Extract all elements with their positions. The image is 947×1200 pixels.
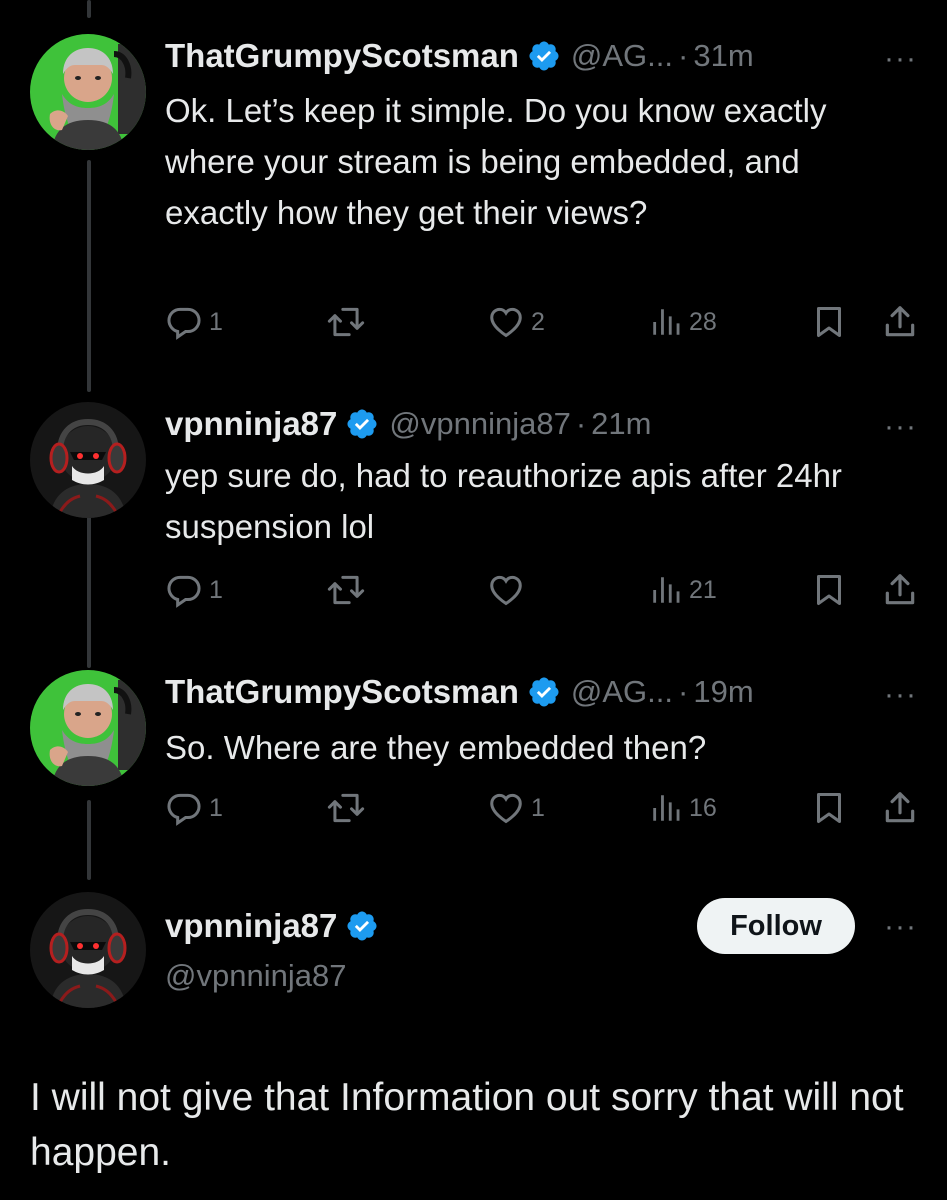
- reply-count: 1: [209, 793, 223, 822]
- reply-count: 1: [209, 307, 223, 336]
- avatar-image: [30, 34, 146, 150]
- more-icon[interactable]: ···: [884, 42, 917, 76]
- retweet-button[interactable]: [327, 788, 365, 828]
- user-handle[interactable]: @AG...: [571, 38, 673, 74]
- like-count: 2: [531, 307, 545, 336]
- retweet-icon: [327, 789, 365, 827]
- retweet-icon: [327, 571, 365, 609]
- avatar-image: [30, 892, 146, 1008]
- verified-badge-icon: [527, 39, 561, 73]
- bookmark-icon: [811, 790, 847, 826]
- avatar-image: [30, 402, 146, 518]
- user-handle[interactable]: @vpnninja87: [165, 958, 346, 994]
- share-icon: [881, 303, 919, 341]
- more-icon[interactable]: ···: [884, 410, 917, 444]
- tweet-text: Ok. Let’s keep it simple. Do you know ex…: [165, 92, 827, 231]
- timestamp[interactable]: 31m: [693, 38, 753, 74]
- follow-button[interactable]: Follow: [697, 898, 855, 954]
- views-icon: [649, 305, 683, 339]
- like-icon: [487, 303, 525, 341]
- display-name[interactable]: ThatGrumpyScotsman: [165, 673, 519, 711]
- share-button[interactable]: [881, 570, 919, 610]
- reply-button[interactable]: 1: [165, 302, 223, 342]
- share-icon: [881, 789, 919, 827]
- like-button[interactable]: [487, 570, 531, 610]
- avatar[interactable]: [30, 34, 146, 150]
- bookmark-button[interactable]: [811, 302, 847, 342]
- avatar[interactable]: [30, 892, 146, 1008]
- user-handle[interactable]: @vpnninja87: [389, 406, 570, 442]
- view-count: 16: [689, 793, 717, 822]
- action-bar: 1 2 28: [165, 302, 925, 342]
- tweet-header: ThatGrumpyScotsman @AG... · 31m: [165, 34, 754, 78]
- view-count: 21: [689, 575, 717, 604]
- views-button[interactable]: 21: [649, 570, 717, 610]
- share-icon: [881, 571, 919, 609]
- like-button[interactable]: 1: [487, 788, 545, 828]
- reply-button[interactable]: 1: [165, 788, 223, 828]
- avatar-image: [30, 670, 146, 786]
- thread-line: [87, 800, 91, 880]
- thread-line: [87, 500, 91, 668]
- more-icon[interactable]: ···: [884, 910, 917, 944]
- more-icon[interactable]: ···: [884, 678, 917, 712]
- share-button[interactable]: [881, 788, 919, 828]
- like-count: 1: [531, 793, 545, 822]
- like-icon: [487, 571, 525, 609]
- views-button[interactable]: 16: [649, 788, 717, 828]
- timestamp[interactable]: 19m: [693, 674, 753, 710]
- main-tweet-text: I will not give that Information out sor…: [30, 1076, 904, 1174]
- tweet-header: vpnninja87: [165, 904, 389, 948]
- separator: ·: [678, 674, 689, 709]
- views-icon: [649, 791, 683, 825]
- bookmark-icon: [811, 572, 847, 608]
- views-icon: [649, 573, 683, 607]
- like-button[interactable]: 2: [487, 302, 545, 342]
- like-icon: [487, 789, 525, 827]
- display-name[interactable]: vpnninja87: [165, 405, 337, 443]
- display-name[interactable]: vpnninja87: [165, 907, 337, 945]
- separator: ·: [575, 406, 587, 441]
- tweet-header: ThatGrumpyScotsman @AG... · 19m: [165, 670, 754, 714]
- action-bar: 1 1 16: [165, 788, 925, 828]
- reply-count: 1: [209, 575, 223, 604]
- reply-icon: [165, 571, 203, 609]
- retweet-button[interactable]: [327, 570, 365, 610]
- tweet-header: vpnninja87 @vpnninja87 · 21m: [165, 402, 651, 446]
- reply-button[interactable]: 1: [165, 570, 223, 610]
- avatar[interactable]: [30, 670, 146, 786]
- retweet-icon: [327, 303, 365, 341]
- tweet-text: yep sure do, had to reauthorize apis aft…: [165, 457, 842, 545]
- reply-icon: [165, 789, 203, 827]
- bookmark-button[interactable]: [811, 788, 847, 828]
- avatar[interactable]: [30, 402, 146, 518]
- display-name[interactable]: ThatGrumpyScotsman: [165, 37, 519, 75]
- separator: ·: [678, 38, 689, 73]
- bookmark-button[interactable]: [811, 570, 847, 610]
- action-bar: 1 21: [165, 570, 925, 610]
- thread-line: [87, 160, 91, 392]
- user-handle[interactable]: @AG...: [571, 674, 673, 710]
- verified-badge-icon: [527, 675, 561, 709]
- verified-badge-icon: [345, 407, 379, 441]
- thread-line: [87, 0, 91, 18]
- views-button[interactable]: 28: [649, 302, 717, 342]
- reply-icon: [165, 303, 203, 341]
- bookmark-icon: [811, 304, 847, 340]
- view-count: 28: [689, 307, 717, 336]
- tweet-text: So. Where are they embedded then?: [165, 729, 707, 766]
- share-button[interactable]: [881, 302, 919, 342]
- timestamp[interactable]: 21m: [591, 406, 651, 442]
- tweet-subheader: @vpnninja87: [165, 954, 346, 998]
- retweet-button[interactable]: [327, 302, 365, 342]
- verified-badge-icon: [345, 909, 379, 943]
